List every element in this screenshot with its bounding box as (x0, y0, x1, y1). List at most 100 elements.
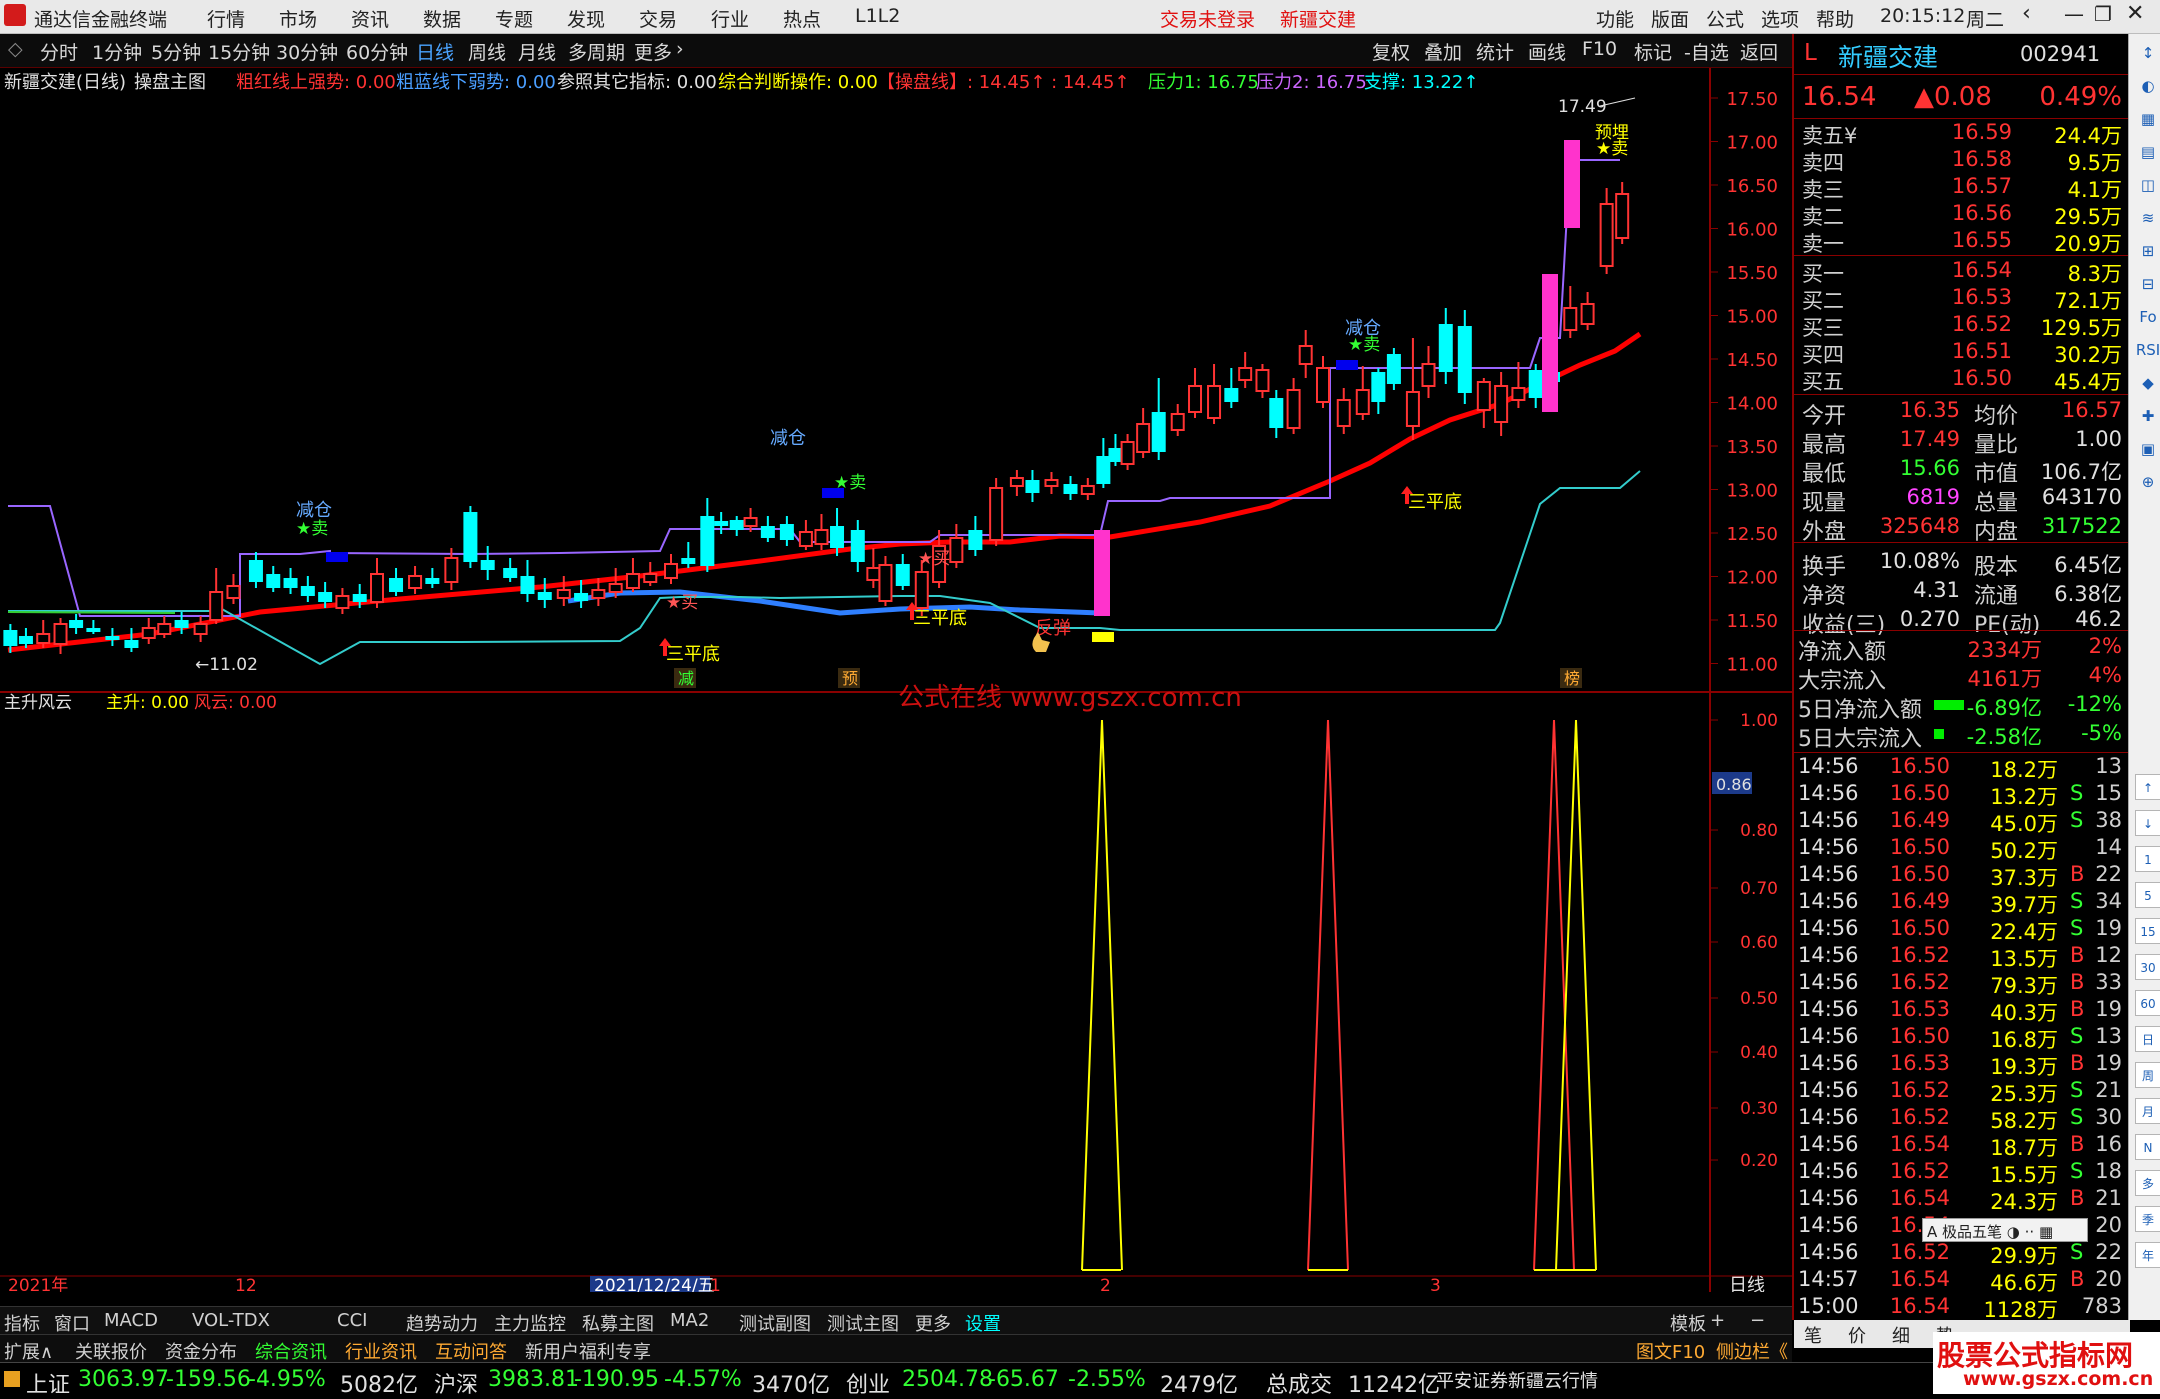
indicator-tab[interactable]: 测试主图 (827, 1310, 899, 1336)
menu-layout[interactable]: 版面 (1651, 5, 1689, 32)
side-period-button[interactable]: ↓ (2135, 810, 2160, 836)
info-tab[interactable]: 综合资讯 (255, 1338, 327, 1364)
side-period-button[interactable]: 1 (2135, 846, 2160, 872)
minimize-icon[interactable]: — (2064, 2, 2084, 26)
tool-back[interactable]: 返回 (1740, 38, 1778, 65)
period-60min[interactable]: 60分钟 (346, 38, 408, 65)
side-tool-icon[interactable]: ⊕ (2135, 469, 2160, 495)
period-day[interactable]: 日线 (416, 38, 454, 65)
quote-tab[interactable]: 细 (1892, 1322, 1910, 1348)
tool-draw[interactable]: 画线 (1528, 38, 1566, 65)
quote-tab[interactable]: 笔 (1804, 1322, 1822, 1348)
side-period-button[interactable]: 季 (2135, 1206, 2160, 1232)
menu-market[interactable]: 市场 (279, 5, 317, 32)
ime-bar[interactable]: A 极品五笔 ◑ ·· ▦ (1922, 1218, 2088, 1242)
indicator-tab[interactable]: 设置 (965, 1310, 1001, 1336)
side-period-button[interactable]: 15 (2135, 918, 2160, 944)
tool-adjust[interactable]: 复权 (1372, 38, 1410, 65)
indicator-tab[interactable]: 私募主图 (582, 1310, 654, 1336)
info-tab[interactable]: 互动问答 (435, 1338, 507, 1364)
tool-stats[interactable]: 统计 (1476, 38, 1514, 65)
side-period-button[interactable]: N (2135, 1134, 2160, 1160)
side-tool-icon[interactable]: ▦ (2135, 106, 2160, 132)
period-month[interactable]: 月线 (518, 38, 556, 65)
menu-news[interactable]: 资讯 (351, 5, 389, 32)
info-tab[interactable]: 关联报价 (75, 1338, 147, 1364)
period-30min[interactable]: 30分钟 (276, 38, 338, 65)
period-1min[interactable]: 1分钟 (92, 38, 142, 65)
f10-link[interactable]: 图文F10 (1636, 1338, 1705, 1364)
side-period-button[interactable]: 月 (2135, 1098, 2160, 1124)
tool-f10[interactable]: F10 (1582, 38, 1617, 60)
indicator-tab[interactable]: CCI (337, 1310, 367, 1331)
side-tool-icon[interactable]: ◐ (2135, 73, 2160, 99)
side-period-button[interactable]: 周 (2135, 1062, 2160, 1088)
side-tool-icon[interactable]: ⊟ (2135, 271, 2160, 297)
template-button[interactable]: 模板 (1670, 1310, 1706, 1336)
indicator-tab[interactable]: VOL-TDX (192, 1310, 270, 1331)
side-tool-icon[interactable]: RSI (2135, 337, 2160, 363)
menu-hot[interactable]: 热点 (783, 5, 821, 32)
period-5min[interactable]: 5分钟 (151, 38, 201, 65)
info-tab[interactable]: 资金分布 (165, 1338, 237, 1364)
candle-down (124, 640, 139, 648)
menu-help[interactable]: 帮助 (1816, 5, 1854, 32)
menu-quotes[interactable]: 行情 (207, 5, 245, 32)
stock-tab[interactable]: 新疆交建 (1280, 5, 1356, 32)
template-button[interactable]: − (1750, 1310, 1765, 1331)
info-tab[interactable]: 扩展∧ (4, 1338, 53, 1364)
info-tab[interactable]: 新用户福利专享 (525, 1338, 651, 1364)
side-period-button[interactable]: 60 (2135, 990, 2160, 1016)
indicator-tab[interactable]: 窗口 (54, 1310, 90, 1336)
menu-data[interactable]: 数据 (423, 5, 461, 32)
side-tool-icon[interactable]: ↕ (2135, 40, 2160, 66)
template-button[interactable]: + (1710, 1310, 1725, 1331)
menu-topics[interactable]: 专题 (495, 5, 533, 32)
quote-tab[interactable]: 价 (1848, 1322, 1866, 1348)
info-tab[interactable]: 行业资讯 (345, 1338, 417, 1364)
tool-overlay[interactable]: 叠加 (1424, 38, 1462, 65)
tool-watch[interactable]: -自选 (1684, 38, 1729, 65)
indicator-tab[interactable]: MA2 (670, 1310, 709, 1331)
period-tick[interactable]: 分时 (40, 38, 78, 65)
period-multi[interactable]: 多周期 (568, 38, 625, 65)
menu-trade[interactable]: 交易 (639, 5, 677, 32)
indicator-tab[interactable]: MACD (104, 1310, 158, 1331)
side-period-button[interactable]: 多 (2135, 1170, 2160, 1196)
menu-formula[interactable]: 公式 (1706, 5, 1744, 32)
period-more[interactable]: 更多 (634, 38, 672, 65)
login-status[interactable]: 交易未登录 (1160, 5, 1255, 32)
quote-field: 最高 (1802, 433, 1847, 458)
period-15min[interactable]: 15分钟 (208, 38, 270, 65)
side-tool-icon[interactable]: ✚ (2135, 403, 2160, 429)
tool-mark[interactable]: 标记 (1634, 38, 1672, 65)
restore-icon[interactable]: ❐ (2094, 2, 2112, 26)
menu-l1l2[interactable]: L1L2 (855, 5, 900, 27)
side-tool-icon[interactable]: ◆ (2135, 370, 2160, 396)
side-tool-icon[interactable]: ⊞ (2135, 238, 2160, 264)
indicator-tab[interactable]: 指标 (4, 1310, 40, 1336)
menu-discover[interactable]: 发现 (567, 5, 605, 32)
kline-chart[interactable]: 新疆交建(日线) 操盘主图 粗红线上强势: 0.00 粗蓝线下弱势: 0.00 参照其它… (0, 68, 1792, 1292)
side-period-button[interactable]: ↑ (2135, 774, 2160, 800)
indicator-tab[interactable]: 趋势动力 (406, 1310, 478, 1336)
menu-industry[interactable]: 行业 (711, 5, 749, 32)
indicator-tab[interactable]: 测试副图 (739, 1310, 811, 1336)
side-tool-icon[interactable]: Fo (2135, 304, 2160, 330)
side-tool-icon[interactable]: ≋ (2135, 205, 2160, 231)
close-icon[interactable]: ✕ (2126, 1, 2144, 26)
sidebar-toggle[interactable]: 侧边栏《 (1716, 1338, 1788, 1364)
period-week[interactable]: 周线 (468, 38, 506, 65)
side-tool-icon[interactable]: ▤ (2135, 139, 2160, 165)
menu-function[interactable]: 功能 (1596, 5, 1634, 32)
back-icon[interactable]: ‹ (2022, 1, 2031, 26)
side-period-button[interactable]: 30 (2135, 954, 2160, 980)
indicator-tab[interactable]: 更多 (915, 1310, 951, 1336)
side-period-button[interactable]: 年 (2135, 1242, 2160, 1268)
menu-options[interactable]: 选项 (1761, 5, 1799, 32)
indicator-tab[interactable]: 主力监控 (494, 1310, 566, 1336)
side-tool-icon[interactable]: ▣ (2135, 436, 2160, 462)
side-period-button[interactable]: 5 (2135, 882, 2160, 908)
side-tool-icon[interactable]: ◫ (2135, 172, 2160, 198)
side-period-button[interactable]: 日 (2135, 1026, 2160, 1052)
